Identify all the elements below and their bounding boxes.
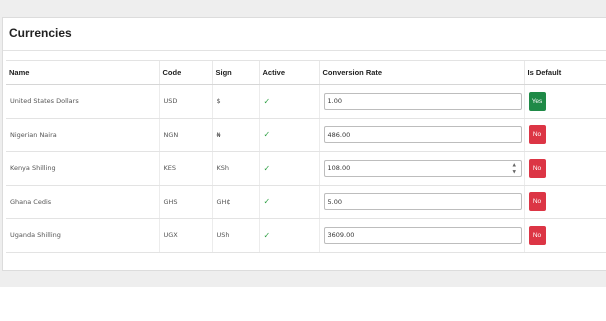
currency-code: KES	[158, 151, 212, 186]
spinner-up-icon[interactable]: ▲	[513, 163, 518, 168]
conversion-rate-input[interactable]: 108.00 ▲ ▼	[323, 159, 522, 177]
spinner-down-icon[interactable]: ▼	[513, 170, 518, 175]
conversion-rate-input[interactable]: 486.00	[323, 126, 522, 144]
currency-sign: $	[211, 84, 259, 119]
card-title: Currencies	[9, 26, 72, 40]
conversion-rate-value: 5.00	[327, 197, 342, 206]
column-header-conversion-rate: Conversion Rate	[318, 60, 524, 85]
table-row: Nigerian Naira NGN ₦ ✓ 486.00 No	[6, 118, 606, 152]
currency-code: USD	[158, 84, 212, 119]
active-check-icon: ✓	[263, 163, 271, 173]
conversion-rate-value: 3609.00	[327, 231, 355, 240]
active-check-icon: ✓	[263, 197, 271, 207]
default-no-button[interactable]: No	[528, 225, 546, 245]
currency-code: UGX	[158, 218, 212, 253]
currency-sign: USh	[211, 218, 259, 253]
conversion-rate-input[interactable]: 3609.00	[323, 226, 522, 244]
currencies-table: Name Code Sign Active Conversion Rate Is…	[6, 60, 606, 253]
currency-code: GHS	[158, 185, 212, 219]
default-no-button[interactable]: No	[528, 125, 546, 145]
column-header-code: Code	[158, 60, 212, 85]
page-footer-area	[0, 287, 606, 321]
number-spinner[interactable]: ▲ ▼	[513, 163, 518, 175]
title-divider	[3, 50, 606, 51]
currency-sign: GH₵	[211, 185, 259, 219]
active-check-icon: ✓	[263, 130, 271, 140]
default-yes-button[interactable]: Yes	[528, 91, 546, 111]
default-no-button[interactable]: No	[528, 158, 546, 178]
table-row: Ghana Cedis GHS GH₵ ✓ 5.00 No	[6, 185, 606, 219]
currency-name: Kenya Shilling	[6, 151, 159, 186]
currency-sign: ₦	[211, 118, 259, 152]
table-row: Uganda Shilling UGX USh ✓ 3609.00 No	[6, 218, 606, 253]
currency-sign: KSh	[211, 151, 259, 186]
conversion-rate-value: 486.00	[327, 130, 351, 139]
conversion-rate-input[interactable]: 5.00	[323, 193, 522, 211]
table-header-row: Name Code Sign Active Conversion Rate Is…	[6, 60, 606, 85]
default-no-button[interactable]: No	[528, 192, 546, 212]
currencies-card: Currencies Name Code Sign Active Convers…	[2, 17, 606, 271]
table-row: United States Dollars USD $ ✓ 1.00 Yes	[6, 84, 606, 119]
table-row: Kenya Shilling KES KSh ✓ 108.00 ▲ ▼ No	[6, 151, 606, 186]
currency-name: Uganda Shilling	[6, 218, 159, 253]
column-header-active: Active	[258, 60, 319, 85]
active-check-icon: ✓	[263, 96, 271, 106]
currency-name: Ghana Cedis	[6, 185, 159, 219]
conversion-rate-input[interactable]: 1.00	[323, 92, 522, 110]
conversion-rate-value: 1.00	[327, 97, 342, 106]
active-check-icon: ✓	[263, 230, 271, 240]
currency-name: United States Dollars	[6, 84, 159, 119]
currency-name: Nigerian Naira	[6, 118, 159, 152]
conversion-rate-value: 108.00	[327, 164, 351, 173]
column-header-name: Name	[6, 60, 159, 85]
currency-code: NGN	[158, 118, 212, 152]
column-header-sign: Sign	[211, 60, 259, 85]
column-header-is-default: Is Default	[523, 60, 606, 85]
